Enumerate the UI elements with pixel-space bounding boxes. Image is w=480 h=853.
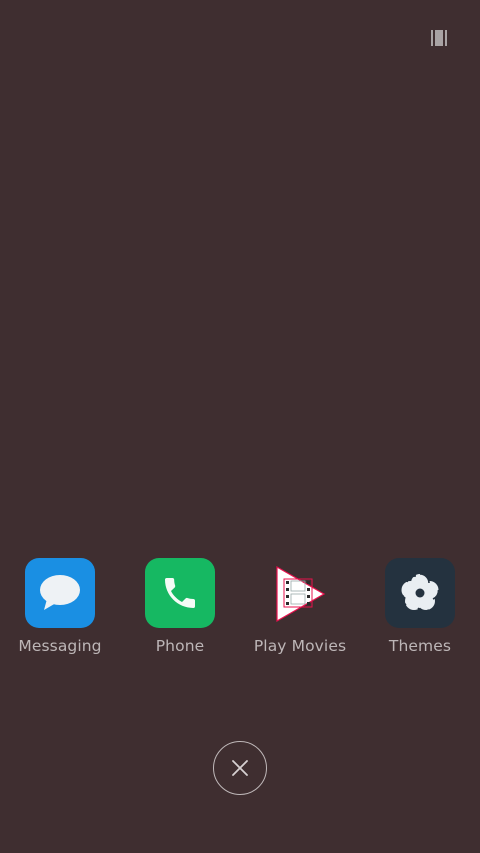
play-movies-icon <box>265 558 335 628</box>
app-label-themes: Themes <box>388 637 452 655</box>
app-label-messaging: Messaging <box>18 637 102 655</box>
app-label-play-movies: Play Movies <box>253 637 347 655</box>
app-themes[interactable]: Themes <box>360 558 480 658</box>
app-label-phone: Phone <box>155 637 205 655</box>
recents-bar-right <box>445 30 447 46</box>
recents-bar-middle <box>435 30 443 46</box>
app-phone[interactable]: Phone <box>120 558 240 658</box>
home-screen-edit: Messaging Phone Play Movies Themes <box>0 0 480 853</box>
themes-icon <box>385 558 455 628</box>
recents-bar-left <box>431 30 433 46</box>
app-play-movies[interactable]: Play Movies <box>240 558 360 658</box>
app-messaging[interactable]: Messaging <box>0 558 120 658</box>
phone-icon <box>145 558 215 628</box>
close-icon <box>232 760 248 776</box>
recents-grid-icon[interactable] <box>431 30 451 46</box>
app-row: Messaging Phone Play Movies Themes <box>0 558 480 668</box>
close-button[interactable] <box>213 741 267 795</box>
messaging-icon <box>25 558 95 628</box>
